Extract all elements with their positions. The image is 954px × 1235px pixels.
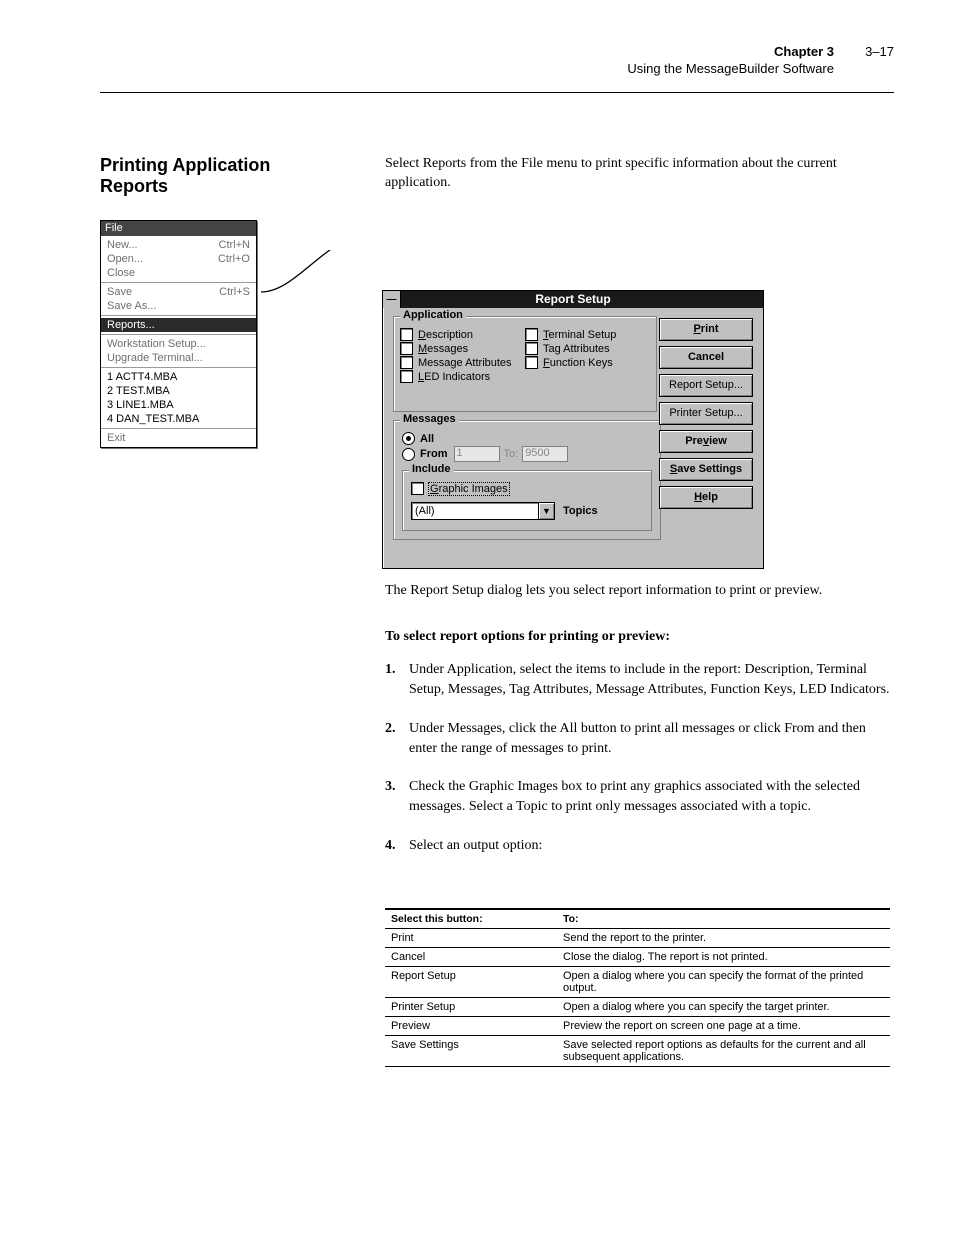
menu-item[interactable]: 4 DAN_TEST.MBA bbox=[101, 412, 256, 426]
menu-item[interactable]: Upgrade Terminal... bbox=[101, 351, 256, 365]
radio-all[interactable]: All bbox=[402, 432, 652, 445]
steps-title: To select report options for printing or… bbox=[385, 628, 890, 647]
include-group-title: Include bbox=[409, 463, 454, 475]
to-label: To: bbox=[504, 448, 519, 460]
app-checkbox[interactable]: Tag Attributes bbox=[525, 342, 650, 355]
step-item: 4.Select an output option: bbox=[385, 836, 890, 856]
file-menu: File New...Ctrl+NOpen...Ctrl+OClose SaveC… bbox=[100, 220, 257, 448]
menu-item[interactable]: 3 LINE1.MBA bbox=[101, 398, 256, 412]
radio-from[interactable]: From 1 To: 9500 bbox=[402, 446, 652, 462]
printer-setup-button[interactable]: Printer Setup... bbox=[659, 402, 753, 425]
report-setup-button[interactable]: Report Setup... bbox=[659, 374, 753, 397]
application-group: Application DescriptionMessagesMessage A… bbox=[393, 316, 657, 412]
app-checkbox[interactable]: LED Indicators bbox=[400, 370, 525, 383]
table-row: Printer SetupOpen a dialog where you can… bbox=[385, 998, 890, 1017]
after-dialog-text: The Report Setup dialog lets you select … bbox=[385, 582, 890, 601]
menu-item[interactable]: Save As... bbox=[101, 299, 256, 313]
file-menu-title: File bbox=[101, 221, 256, 236]
help-button[interactable]: Help bbox=[659, 486, 753, 509]
app-checkbox[interactable]: Function Keys bbox=[525, 356, 650, 369]
arrow-icon bbox=[258, 250, 383, 300]
table-row: Report SetupOpen a dialog where you can … bbox=[385, 967, 890, 998]
step-item: 2.Under Messages, click the All button t… bbox=[385, 719, 890, 760]
table-row: PrintSend the report to the printer. bbox=[385, 929, 890, 948]
report-setup-dialog: — Report Setup Application DescriptionMe… bbox=[382, 290, 764, 569]
section-title: Printing Application Reports bbox=[100, 155, 320, 197]
graphic-images-checkbox[interactable]: Graphic Images bbox=[411, 482, 643, 495]
output-options-table: Select this button: To: PrintSend the re… bbox=[385, 908, 890, 1067]
table-header: To: bbox=[557, 909, 890, 929]
checkbox-icon bbox=[400, 356, 413, 369]
menu-item[interactable]: Exit bbox=[101, 431, 256, 445]
step-item: 1.Under Application, select the items to… bbox=[385, 660, 890, 701]
checkbox-icon bbox=[400, 342, 413, 355]
chapter-label: Chapter 3 Using the MessageBuilder Softw… bbox=[374, 44, 894, 78]
menu-item[interactable]: Close bbox=[101, 266, 256, 280]
messages-group-title: Messages bbox=[400, 413, 459, 425]
topics-value: (All) bbox=[411, 502, 539, 520]
application-group-title: Application bbox=[400, 309, 466, 321]
intro-text: Select Reports from the File menu to pri… bbox=[385, 155, 890, 193]
app-checkbox[interactable]: Description bbox=[400, 328, 525, 341]
menu-item[interactable]: 2 TEST.MBA bbox=[101, 384, 256, 398]
page-header: 3–17 Chapter 3 Using the MessageBuilder … bbox=[374, 44, 894, 78]
app-checkbox[interactable]: Message Attributes bbox=[400, 356, 525, 369]
radio-icon bbox=[402, 448, 415, 461]
step-item: 3.Check the Graphic Images box to print … bbox=[385, 777, 890, 818]
table-row: CancelClose the dialog. The report is no… bbox=[385, 948, 890, 967]
button-column: Print Cancel Report Setup... Printer Set… bbox=[659, 318, 753, 514]
checkbox-icon bbox=[525, 356, 538, 369]
cancel-button[interactable]: Cancel bbox=[659, 346, 753, 369]
menu-item[interactable]: Open...Ctrl+O bbox=[101, 252, 256, 266]
table-row: Save SettingsSave selected report option… bbox=[385, 1036, 890, 1067]
table-header: Select this button: bbox=[385, 909, 557, 929]
checkbox-icon bbox=[411, 482, 424, 495]
print-button[interactable]: Print bbox=[659, 318, 753, 341]
to-input[interactable]: 9500 bbox=[522, 446, 568, 462]
checkbox-icon bbox=[525, 342, 538, 355]
topics-combobox[interactable]: (All) ▼ bbox=[411, 502, 555, 520]
menu-item[interactable]: SaveCtrl+S bbox=[101, 285, 256, 299]
include-group: Include Graphic Images (All) ▼ Topics bbox=[402, 470, 652, 531]
topics-label: Topics bbox=[563, 505, 598, 517]
system-menu-icon[interactable]: — bbox=[383, 291, 401, 308]
menu-item[interactable]: Workstation Setup... bbox=[101, 337, 256, 351]
page-number: 3–17 bbox=[865, 44, 894, 59]
preview-button[interactable]: Preview bbox=[659, 430, 753, 453]
checkbox-icon bbox=[400, 370, 413, 383]
dialog-title: — Report Setup bbox=[383, 291, 763, 308]
chevron-down-icon[interactable]: ▼ bbox=[538, 502, 555, 520]
save-settings-button[interactable]: Save Settings bbox=[659, 458, 753, 481]
radio-icon bbox=[402, 432, 415, 445]
menu-item[interactable]: Reports... bbox=[101, 318, 256, 332]
menu-item[interactable]: 1 ACTT4.MBA bbox=[101, 370, 256, 384]
messages-group: Messages All From 1 To: 9500 Include Gra… bbox=[393, 420, 661, 540]
steps-list: 1.Under Application, select the items to… bbox=[385, 660, 890, 874]
app-checkbox[interactable]: Messages bbox=[400, 342, 525, 355]
app-checkbox[interactable]: Terminal Setup bbox=[525, 328, 650, 341]
table-row: PreviewPreview the report on screen one … bbox=[385, 1017, 890, 1036]
checkbox-icon bbox=[525, 328, 538, 341]
checkbox-icon bbox=[400, 328, 413, 341]
header-rule bbox=[100, 92, 894, 93]
menu-item[interactable]: New...Ctrl+N bbox=[101, 238, 256, 252]
from-input[interactable]: 1 bbox=[454, 446, 500, 462]
